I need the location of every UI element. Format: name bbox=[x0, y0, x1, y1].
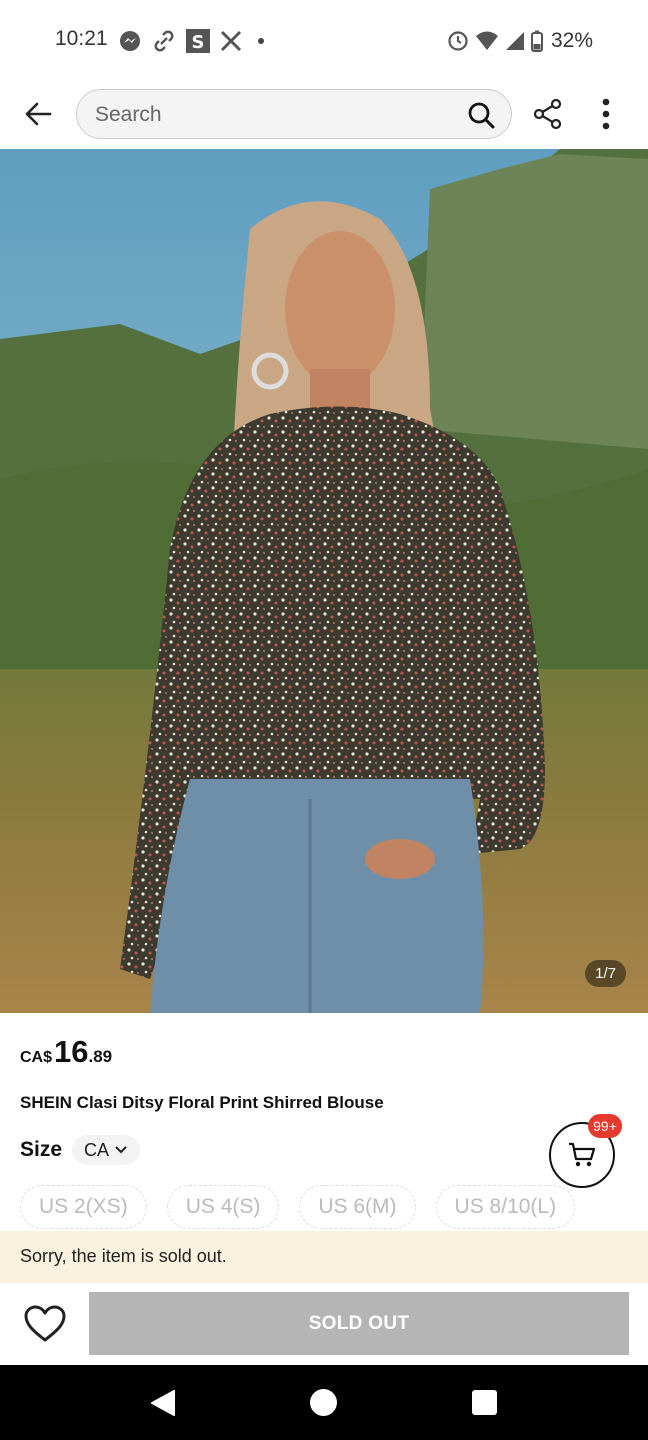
link-icon bbox=[154, 30, 174, 52]
product-image-gallery[interactable] bbox=[0, 149, 648, 1013]
product-price: CA$ 16 .89 bbox=[20, 1034, 112, 1070]
dot-icon bbox=[258, 38, 264, 44]
search-placeholder: Search bbox=[95, 103, 162, 126]
messenger-icon bbox=[120, 31, 140, 51]
image-counter: 1/7 bbox=[585, 960, 626, 987]
sold-out-notice: Sorry, the item is sold out. bbox=[0, 1231, 648, 1283]
product-title: SHEIN Clasi Ditsy Floral Print Shirred B… bbox=[20, 1093, 384, 1112]
sold-out-notice-text: Sorry, the item is sold out. bbox=[20, 1246, 227, 1266]
top-app-bar: Search bbox=[0, 80, 648, 150]
battery-percent: 32% bbox=[550, 29, 593, 52]
nav-back-icon[interactable] bbox=[148, 1389, 176, 1417]
more-options-button[interactable] bbox=[590, 94, 622, 134]
size-option[interactable]: US 6(M) bbox=[299, 1185, 416, 1229]
size-region-value: CA bbox=[84, 1139, 110, 1160]
size-region-dropdown[interactable]: CA bbox=[72, 1135, 141, 1165]
svg-text:S: S bbox=[192, 32, 205, 53]
chevron-down-icon bbox=[115, 1146, 127, 1154]
share-icon bbox=[533, 98, 562, 130]
cart-count-badge: 99+ bbox=[588, 1114, 622, 1138]
nav-recents-icon[interactable] bbox=[472, 1390, 497, 1415]
search-input[interactable]: Search bbox=[76, 89, 512, 139]
heart-icon bbox=[24, 1305, 66, 1342]
price-whole: 16 bbox=[54, 1034, 89, 1069]
system-status-icons: 32% bbox=[447, 27, 593, 55]
signal-icon bbox=[505, 32, 524, 50]
status-time: 10:21 bbox=[55, 27, 108, 50]
back-button[interactable] bbox=[18, 94, 58, 134]
sold-out-button[interactable]: SOLD OUT bbox=[89, 1292, 629, 1355]
share-button[interactable] bbox=[528, 94, 568, 134]
status-bar: 10:21 S 32% bbox=[0, 0, 648, 80]
search-icon[interactable] bbox=[467, 101, 495, 129]
system-navigation-bar bbox=[0, 1365, 648, 1440]
size-option[interactable]: US 8/10(L) bbox=[435, 1185, 576, 1229]
s-app-icon: S bbox=[186, 29, 210, 53]
x-icon bbox=[220, 30, 242, 52]
notification-icons: S bbox=[118, 27, 264, 55]
alarm-icon bbox=[448, 31, 468, 51]
wifi-icon bbox=[475, 31, 498, 50]
price-currency: CA$ bbox=[20, 1049, 53, 1066]
battery-icon bbox=[530, 30, 543, 52]
cart-icon bbox=[569, 1142, 596, 1167]
size-label: Size bbox=[20, 1138, 63, 1161]
wishlist-button[interactable] bbox=[22, 1301, 68, 1347]
price-decimal: .89 bbox=[88, 1047, 113, 1066]
more-vertical-icon bbox=[602, 98, 610, 130]
size-options: US 2(XS) US 4(S) US 6(M) US 8/10(L) bbox=[20, 1185, 576, 1229]
size-option[interactable]: US 4(S) bbox=[166, 1185, 280, 1229]
nav-home-icon[interactable] bbox=[310, 1389, 337, 1416]
bottom-action-bar: SOLD OUT bbox=[0, 1283, 648, 1365]
product-photo bbox=[0, 149, 648, 1013]
size-option[interactable]: US 2(XS) bbox=[20, 1185, 147, 1229]
back-arrow-icon bbox=[25, 102, 52, 126]
size-header: Size CA bbox=[20, 1134, 141, 1166]
